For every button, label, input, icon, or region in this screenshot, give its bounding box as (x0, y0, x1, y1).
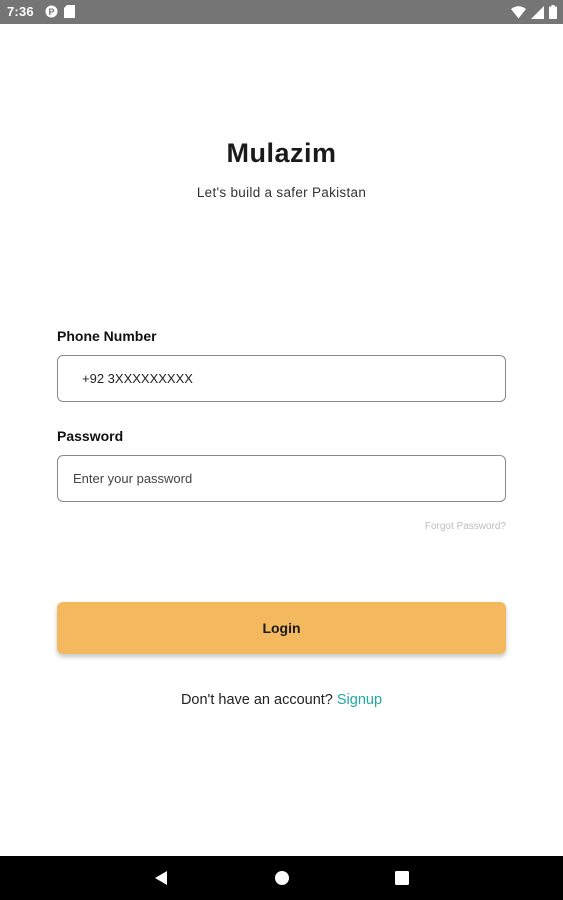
phone-number-label: Phone Number (57, 328, 157, 344)
navigation-bar (0, 856, 563, 900)
login-button[interactable]: Login (57, 602, 506, 654)
back-icon[interactable] (151, 868, 171, 888)
home-icon[interactable] (272, 868, 292, 888)
signup-prompt: Don't have an account? (180, 692, 333, 708)
sd-card-icon (64, 5, 75, 21)
signup-link[interactable]: Signup (337, 692, 382, 708)
wifi-icon (511, 5, 526, 22)
password-input[interactable] (57, 455, 506, 502)
app-title: Mulazim (226, 138, 337, 168)
signal-icon (531, 5, 544, 22)
status-notification-icons: P (45, 5, 75, 21)
status-time: 7:36 (7, 4, 34, 19)
battery-icon (549, 5, 557, 22)
phone-number-input[interactable] (57, 355, 506, 402)
signup-row: Don't have an account? Signup (0, 692, 563, 708)
password-label: Password (57, 428, 124, 444)
forgot-password-link[interactable]: Forgot Password? (425, 521, 506, 532)
p-notification-icon: P (45, 5, 58, 21)
status-bar: 7:36 P (0, 0, 563, 24)
recents-icon[interactable] (392, 868, 412, 888)
status-system-icons (511, 5, 557, 22)
svg-text:P: P (48, 7, 54, 17)
app-tagline: Let's build a safer Pakistan (196, 185, 367, 200)
